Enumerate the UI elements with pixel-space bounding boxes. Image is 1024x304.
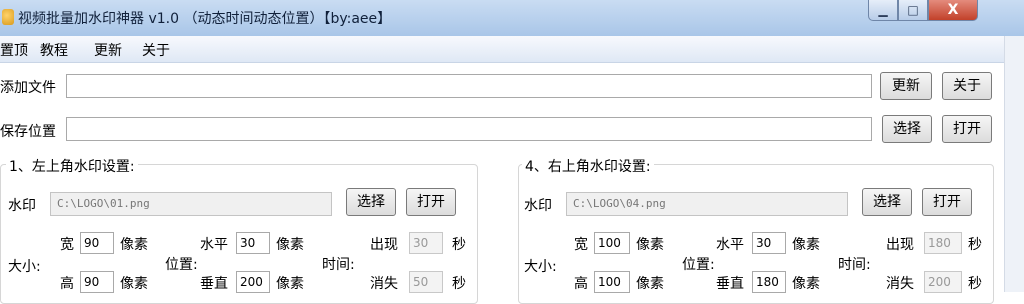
disappear-input[interactable]: 200 xyxy=(924,271,962,293)
save-choose-button[interactable]: 选择 xyxy=(882,115,932,143)
height-label: 高 xyxy=(60,276,74,292)
height-unit: 像素 xyxy=(120,276,148,292)
position-label: 位置: xyxy=(682,257,715,273)
vertical-unit: 像素 xyxy=(792,276,820,292)
horizontal-unit: 像素 xyxy=(276,237,304,253)
watermark-path-input[interactable]: C:\LOGO\04.png xyxy=(566,192,848,216)
watermark-open-button[interactable]: 打开 xyxy=(406,188,456,216)
horizontal-unit: 像素 xyxy=(792,237,820,253)
window-title: 视频批量加水印神器 v1.0 （动态时间动态位置）【by:aee】 xyxy=(18,11,392,27)
watermark-path-input[interactable]: C:\LOGO\01.png xyxy=(50,192,332,216)
disappear-label: 消失 xyxy=(370,276,398,292)
horizontal-input[interactable]: 30 xyxy=(752,232,786,254)
watermark-open-button[interactable]: 打开 xyxy=(922,188,972,216)
menu-item-pin[interactable]: 置顶 xyxy=(0,40,28,60)
about-button[interactable]: 关于 xyxy=(942,72,992,100)
watermark-choose-button[interactable]: 选择 xyxy=(862,188,912,216)
horizontal-input[interactable]: 30 xyxy=(236,232,270,254)
appear-label: 出现 xyxy=(370,237,398,253)
watermark-label: 水印 xyxy=(524,198,552,214)
width-label: 宽 xyxy=(574,237,588,253)
appear-label: 出现 xyxy=(886,237,914,253)
height-input[interactable]: 90 xyxy=(80,271,114,293)
vertical-label: 垂直 xyxy=(200,276,228,292)
appear-input[interactable]: 30 xyxy=(409,232,443,254)
height-label: 高 xyxy=(574,276,588,292)
position-label: 位置: xyxy=(165,257,198,273)
horizontal-label: 水平 xyxy=(716,237,744,253)
menu-item-about[interactable]: 关于 xyxy=(142,40,170,60)
disappear-seconds: 秒 xyxy=(452,276,466,292)
save-location-label: 保存位置 xyxy=(0,124,56,140)
close-button[interactable]: X xyxy=(928,0,978,21)
size-label: 大小: xyxy=(524,259,557,275)
watermark-choose-button[interactable]: 选择 xyxy=(346,188,396,216)
add-file-input[interactable] xyxy=(66,74,872,98)
time-label: 时间: xyxy=(322,257,355,273)
appear-seconds: 秒 xyxy=(452,237,466,253)
size-label: 大小: xyxy=(8,259,41,275)
vertical-input[interactable]: 200 xyxy=(236,271,270,293)
add-file-label: 添加文件 xyxy=(0,80,56,96)
maximize-button[interactable]: □ xyxy=(898,0,928,21)
height-unit: 像素 xyxy=(636,276,664,292)
menu-item-update[interactable]: 更新 xyxy=(94,40,122,60)
width-unit: 像素 xyxy=(636,237,664,253)
width-label: 宽 xyxy=(60,237,74,253)
disappear-seconds: 秒 xyxy=(968,276,982,292)
width-input[interactable]: 90 xyxy=(80,232,114,254)
height-input[interactable]: 100 xyxy=(594,271,630,293)
vertical-input[interactable]: 180 xyxy=(752,271,786,293)
vertical-unit: 像素 xyxy=(276,276,304,292)
width-unit: 像素 xyxy=(120,237,148,253)
group-title: 4、右上角水印设置: xyxy=(522,156,654,176)
disappear-label: 消失 xyxy=(886,276,914,292)
disappear-input[interactable]: 50 xyxy=(409,271,443,293)
minimize-button[interactable]: ▁ xyxy=(868,0,898,21)
appear-seconds: 秒 xyxy=(968,237,982,253)
app-icon xyxy=(2,9,14,25)
time-label: 时间: xyxy=(838,257,871,273)
update-button[interactable]: 更新 xyxy=(880,72,932,100)
appear-input[interactable]: 180 xyxy=(924,232,962,254)
group-title: 1、左上角水印设置: xyxy=(6,156,138,176)
horizontal-label: 水平 xyxy=(200,237,228,253)
save-open-button[interactable]: 打开 xyxy=(942,115,992,143)
window-edge xyxy=(1004,36,1024,292)
vertical-label: 垂直 xyxy=(716,276,744,292)
menu-item-tutorial[interactable]: 教程 xyxy=(40,40,68,60)
width-input[interactable]: 100 xyxy=(594,232,630,254)
save-location-input[interactable] xyxy=(66,117,872,141)
watermark-label: 水印 xyxy=(8,198,36,214)
